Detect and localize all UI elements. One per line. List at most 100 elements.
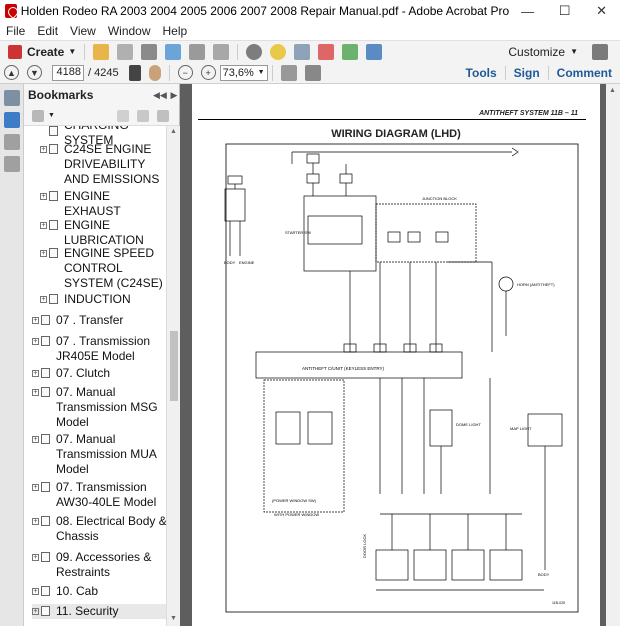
- with-power-window-label: WITH POWER WINDOW: [274, 512, 319, 517]
- expand-icon[interactable]: +: [32, 436, 39, 443]
- expand-bookmark-icon[interactable]: [156, 109, 169, 122]
- bookmark-icon: [41, 387, 50, 397]
- horn-icon: [498, 276, 514, 292]
- navigation-toolbar: ▲ ▼ 4188 / 4245 − + 73,6% ▼ Tools Sign C…: [0, 62, 620, 84]
- bookmark-item[interactable]: +07. Transmission AW30-40LE Model: [32, 480, 170, 510]
- menu-view[interactable]: View: [64, 24, 102, 38]
- print-icon[interactable]: [141, 43, 158, 60]
- door-lock-switch: [375, 549, 409, 581]
- highlight-icon[interactable]: [318, 43, 335, 60]
- bookmark-item[interactable]: + ENGINE LUBRICATION: [40, 218, 170, 248]
- scrollbar-thumb[interactable]: [170, 331, 178, 401]
- bookmark-icon: [41, 368, 50, 378]
- tools-link[interactable]: Tools: [458, 66, 505, 80]
- bookmark-item[interactable]: + ENGINE EXHAUST: [40, 189, 170, 219]
- scroll-up-icon[interactable]: ▲: [609, 87, 616, 94]
- fit-page-icon[interactable]: [280, 64, 297, 81]
- comment-link[interactable]: Comment: [547, 65, 620, 80]
- bookmarks-list: CHARGING SYSTEM+C24SE ENGINE DRIVEABILIT…: [24, 126, 170, 626]
- bookmark-label: 07 . Transfer: [56, 313, 124, 327]
- chevron-down-icon[interactable]: ▼: [48, 112, 55, 119]
- new-bookmark-icon[interactable]: [136, 109, 149, 122]
- expand-icon[interactable]: +: [40, 296, 47, 303]
- gear-icon[interactable]: [246, 43, 263, 60]
- bookmark-item[interactable]: +10. Cab: [32, 584, 170, 599]
- bookmark-icon: [49, 294, 58, 304]
- share-icon[interactable]: [342, 43, 359, 60]
- delete-bookmark-icon[interactable]: [116, 109, 129, 122]
- bookmark-item[interactable]: +09. Accessories & Restraints: [32, 550, 170, 580]
- expand-icon[interactable]: +: [40, 193, 47, 200]
- menu-help[interactable]: Help: [157, 24, 194, 38]
- expand-icon[interactable]: +: [32, 370, 39, 377]
- select-cursor-icon[interactable]: [128, 64, 141, 81]
- zoom-select[interactable]: 73,6% ▼: [219, 64, 268, 81]
- expand-icon[interactable]: +: [32, 588, 39, 595]
- bookmark-icon: [41, 586, 50, 596]
- scroll-up-icon[interactable]: ▲: [170, 128, 177, 135]
- stamp-icon[interactable]: [294, 43, 311, 60]
- save-icon[interactable]: [117, 43, 134, 60]
- create-button[interactable]: Create ▼: [4, 44, 80, 59]
- maximize-button[interactable]: ☐: [546, 0, 583, 22]
- fit-width-icon[interactable]: [304, 64, 321, 81]
- panel-menu-icon[interactable]: ▶: [169, 90, 179, 101]
- bookmark-item[interactable]: +07. Manual Transmission MUA Model: [32, 432, 170, 477]
- sign-link[interactable]: Sign: [504, 65, 548, 80]
- menu-file[interactable]: File: [0, 24, 31, 38]
- upload-icon[interactable]: [165, 43, 182, 60]
- bookmark-item[interactable]: + C24SE ENGINE DRIVEABILITY AND EMISSIONS: [40, 142, 170, 187]
- review-icon[interactable]: [366, 43, 383, 60]
- expand-icon[interactable]: +: [32, 608, 39, 615]
- expand-icon[interactable]: +: [32, 484, 39, 491]
- relay: [224, 188, 246, 222]
- expand-icon[interactable]: +: [40, 222, 47, 229]
- bookmark-item[interactable]: +07. Clutch: [32, 366, 170, 381]
- expand-icon[interactable]: +: [32, 518, 39, 525]
- bookmark-item[interactable]: + ENGINE SPEED CONTROL SYSTEM (C24SE): [40, 246, 170, 291]
- task-pane-links: Tools Sign Comment: [458, 65, 620, 80]
- attachments-icon[interactable]: [4, 134, 20, 150]
- signatures-icon[interactable]: [4, 156, 20, 172]
- comment-icon[interactable]: [270, 43, 287, 60]
- hand-tool-icon[interactable]: [148, 64, 161, 81]
- bookmarks-scrollbar[interactable]: ▲ ▼: [166, 126, 180, 626]
- email-icon[interactable]: [213, 43, 230, 60]
- close-button[interactable]: ✕: [583, 0, 620, 22]
- expand-icon[interactable]: +: [32, 317, 39, 324]
- scroll-down-icon[interactable]: ▼: [170, 615, 177, 622]
- expand-icon[interactable]: +: [32, 389, 39, 396]
- menu-edit[interactable]: Edit: [31, 24, 64, 38]
- bookmarks-icon[interactable]: [4, 112, 20, 128]
- bookmark-item[interactable]: +07 . Transmission JR405E Model: [32, 334, 170, 364]
- expand-icon[interactable]: [592, 43, 608, 60]
- open-folder-icon[interactable]: [93, 43, 110, 60]
- next-page-button[interactable]: ▼: [27, 65, 42, 80]
- bookmark-item[interactable]: +07 . Transfer: [32, 313, 170, 328]
- options-icon[interactable]: [32, 109, 44, 122]
- bookmark-item[interactable]: +08. Electrical Body & Chassis: [32, 514, 170, 544]
- page-number-input[interactable]: 4188: [52, 64, 84, 81]
- fuse: [306, 173, 320, 184]
- expand-icon[interactable]: +: [32, 338, 39, 345]
- minimize-button[interactable]: —: [509, 0, 546, 22]
- page-thumbnails-icon[interactable]: [4, 90, 20, 106]
- bookmark-item[interactable]: +11. Security: [32, 604, 170, 619]
- zoom-in-button[interactable]: +: [200, 65, 216, 80]
- collapse-panel-icon[interactable]: ◀◀: [153, 90, 167, 101]
- dome-light: [429, 409, 453, 447]
- door-lock-switch: [489, 549, 523, 581]
- bookmark-label: 07 . Transmission JR405E Model: [56, 334, 151, 363]
- expand-icon[interactable]: +: [40, 146, 47, 153]
- menu-window[interactable]: Window: [102, 24, 157, 38]
- previous-page-button[interactable]: ▲: [4, 65, 19, 80]
- expand-icon[interactable]: +: [40, 250, 47, 257]
- customize-button[interactable]: Customize ▼: [508, 43, 620, 60]
- bookmark-item[interactable]: +07. Manual Transmission MSG Model: [32, 385, 170, 430]
- antitheft-control-unit: [255, 351, 463, 379]
- zoom-out-button[interactable]: −: [177, 65, 193, 80]
- expand-icon[interactable]: +: [32, 554, 39, 561]
- bookmark-item[interactable]: + INDUCTION: [40, 292, 170, 307]
- edit-icon[interactable]: [189, 43, 206, 60]
- document-scrollbar[interactable]: ▲: [606, 84, 620, 626]
